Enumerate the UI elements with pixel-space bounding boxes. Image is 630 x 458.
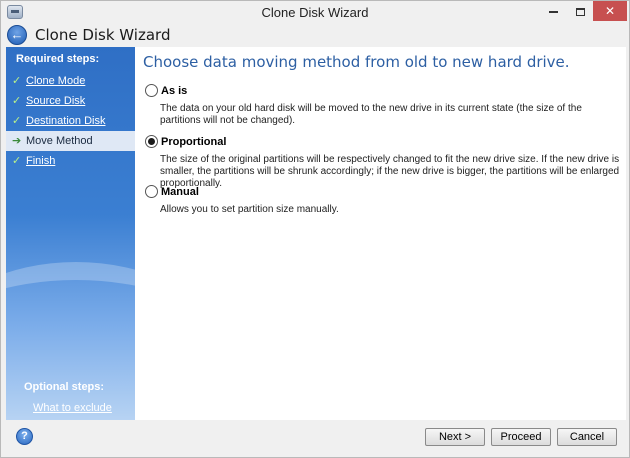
minimize-icon [548,10,558,13]
option-label: As is [161,85,188,97]
main-panel: Choose data moving method from old to ne… [135,47,626,420]
cancel-button[interactable]: Cancel [557,428,617,446]
help-icon: ? [21,430,28,442]
page-title: Choose data moving method from old to ne… [143,53,570,71]
option-description: Allows you to set partition size manuall… [160,204,339,215]
steps-list: ✓ Clone Mode ✓ Source Disk ✓ Destination… [6,71,135,171]
back-button[interactable]: ← [7,25,27,45]
wizard-footer: ? Next > Proceed Cancel [1,420,629,457]
steps-sidebar: Required steps: ✓ Clone Mode ✓ Source Di… [6,47,135,420]
what-to-exclude-link[interactable]: What to exclude [33,402,112,414]
wizard-title: Clone Disk Wizard [35,26,171,44]
sidebar-item-label: Clone Mode [26,75,86,87]
close-button[interactable]: ✕ [593,1,627,21]
current-step-arrow-icon: ➔ [12,135,22,147]
window-title: Clone Disk Wizard [261,5,369,20]
maximize-icon [575,7,585,16]
checkmark-icon: ✓ [12,115,22,127]
option-label: Proportional [161,136,227,148]
option-description: The size of the original partitions will… [160,154,620,189]
sidebar-item-label: Destination Disk [26,115,106,127]
sidebar-item-label: Source Disk [26,95,86,107]
checkmark-icon: ✓ [12,155,22,167]
wizard-header: ← Clone Disk Wizard [1,25,629,47]
option-label: Manual [161,186,199,198]
proceed-button[interactable]: Proceed [491,428,551,446]
proportional-radio[interactable] [145,135,158,148]
required-steps-heading: Required steps: [16,53,100,65]
help-button[interactable]: ? [16,428,33,445]
option-description: The data on your old hard disk will be m… [160,103,582,126]
sidebar-item-label: Move Method [26,135,93,147]
as-is-radio[interactable] [145,84,158,97]
next-button[interactable]: Next > [425,428,485,446]
wizard-window: Clone Disk Wizard ✕ ← Clone Disk Wizard … [0,0,630,458]
manual-radio[interactable] [145,185,158,198]
sidebar-item-clone-mode[interactable]: ✓ Clone Mode [6,71,135,91]
minimize-button[interactable] [540,1,566,21]
maximize-button[interactable] [567,1,593,21]
close-icon: ✕ [604,4,616,18]
optional-steps-heading: Optional steps: [24,381,105,393]
sidebar-item-destination-disk[interactable]: ✓ Destination Disk [6,111,135,131]
checkmark-icon: ✓ [12,75,22,87]
sidebar-item-move-method[interactable]: ➔ Move Method [6,131,135,151]
checkmark-icon: ✓ [12,95,22,107]
sidebar-item-label: Finish [26,155,56,167]
title-bar: Clone Disk Wizard ✕ [1,1,629,25]
sidebar-item-finish[interactable]: ✓ Finish [6,151,135,171]
back-arrow-icon: ← [10,27,24,42]
sidebar-item-source-disk[interactable]: ✓ Source Disk [6,91,135,111]
